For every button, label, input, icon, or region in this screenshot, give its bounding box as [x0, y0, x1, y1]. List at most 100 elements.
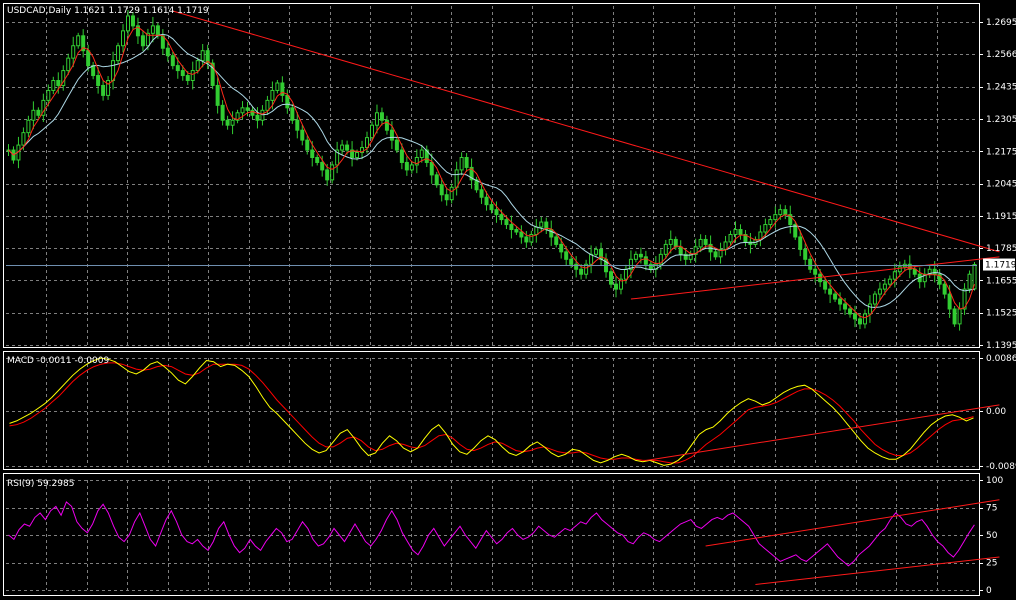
candle-body — [579, 268, 584, 275]
candle-body — [564, 251, 569, 260]
candle-body — [857, 318, 862, 325]
candle-body — [454, 169, 459, 188]
rsi-tick-label: 50 — [986, 531, 998, 541]
macd-title: MACD -0.0011 -0.0009 — [7, 356, 109, 366]
candle-body — [345, 144, 350, 151]
candle-body — [479, 189, 484, 198]
candle-body — [155, 25, 160, 37]
candle-body — [66, 57, 71, 72]
candle-body — [897, 266, 902, 273]
candle-body — [942, 283, 947, 295]
candle-body — [150, 25, 155, 34]
candle-body — [882, 283, 887, 290]
candle-body — [394, 139, 399, 151]
candle-body — [589, 253, 594, 265]
rsi-tick-label: 0 — [986, 586, 992, 596]
candle-body — [330, 164, 335, 181]
candle-body — [733, 229, 738, 235]
rsi-tick-label: 75 — [986, 504, 997, 514]
candle-body — [534, 226, 539, 235]
candle-body — [504, 219, 509, 226]
candle-body — [225, 119, 230, 126]
candle-body — [843, 303, 848, 310]
price-tick-label: 1.2305 — [986, 115, 1016, 125]
candle-body — [569, 258, 574, 265]
rsi-title: RSI(9) 59.2985 — [7, 479, 74, 489]
candle-body — [444, 194, 449, 201]
candle-body — [778, 209, 783, 216]
trading-chart-window[interactable]: 1.2695 1.2566 1.2435 1.2305 1.2175 1.2045 1.19… — [0, 0, 1016, 600]
candle-body — [872, 293, 877, 305]
candle-body — [638, 253, 643, 258]
candle-body — [499, 214, 504, 221]
candle-body — [668, 238, 673, 245]
candle-body — [643, 256, 648, 265]
candle-body — [633, 253, 638, 260]
rsi-tick-label: 25 — [986, 559, 997, 569]
candle-body — [290, 107, 295, 121]
candle-body — [295, 119, 300, 131]
candle-body — [509, 224, 514, 231]
candle-body — [862, 313, 867, 325]
candle-body — [325, 169, 330, 181]
candle-body — [713, 251, 718, 258]
candle-body — [728, 233, 733, 243]
price-tick-label: 1.2435 — [986, 83, 1016, 93]
macd-tick-label: -0.0089 — [986, 462, 1016, 472]
candle-body — [91, 65, 96, 77]
candle-body — [374, 112, 379, 126]
candle-body — [71, 45, 76, 59]
price-tick-label: 1.2045 — [986, 180, 1016, 190]
candle-body — [459, 156, 464, 171]
candle-body — [26, 119, 31, 134]
candle-body — [255, 114, 260, 121]
candle-body — [838, 298, 843, 305]
candle-body — [967, 273, 972, 290]
candle-body — [56, 80, 61, 86]
candle-body — [613, 283, 618, 290]
candle-body — [200, 50, 205, 62]
candle-body — [449, 186, 454, 201]
candle-body — [947, 293, 952, 310]
candle-body — [867, 303, 872, 315]
price-tick-label: 1.2566 — [986, 50, 1016, 60]
candle-body — [404, 161, 409, 171]
macd-tick-label: 0.00 — [986, 407, 1006, 417]
rsi-tick-label: 100 — [986, 476, 1003, 486]
candle-body — [434, 174, 439, 186]
candle-body — [96, 75, 101, 86]
candle-body — [952, 308, 957, 325]
candle-body — [320, 161, 325, 171]
candle-body — [36, 109, 41, 116]
candle-body — [140, 35, 145, 47]
price-tick-label: 1.1525 — [986, 309, 1016, 319]
candle-body — [101, 84, 106, 96]
candle-body — [285, 94, 290, 109]
candle-body — [230, 119, 235, 126]
candle-body — [355, 152, 360, 158]
candle-body — [823, 281, 828, 290]
candle-body — [609, 271, 614, 285]
candle-body — [195, 60, 200, 72]
candle-body — [853, 313, 858, 320]
price-tick-label: 1.1395 — [986, 341, 1016, 351]
candle-body — [798, 236, 803, 250]
candle-body — [698, 238, 703, 248]
candle-body — [399, 149, 404, 163]
candle-body — [215, 84, 220, 106]
current-price-label: 1.1719 — [985, 261, 1016, 271]
candle-body — [305, 139, 310, 151]
candle-body — [678, 246, 683, 255]
candle-body — [663, 243, 668, 255]
price-chart-title: USDCAD,Daily 1.1621 1.1729 1.1614 1.1719 — [7, 6, 209, 16]
candle-body — [673, 238, 678, 248]
candle-body — [365, 137, 370, 149]
candle-body — [783, 209, 788, 216]
candle-body — [803, 248, 808, 260]
candle-body — [300, 129, 305, 141]
candle-body — [813, 268, 818, 275]
candle-body — [848, 308, 853, 315]
candle-body — [768, 219, 773, 226]
candle-body — [165, 47, 170, 57]
candle-body — [379, 112, 384, 121]
